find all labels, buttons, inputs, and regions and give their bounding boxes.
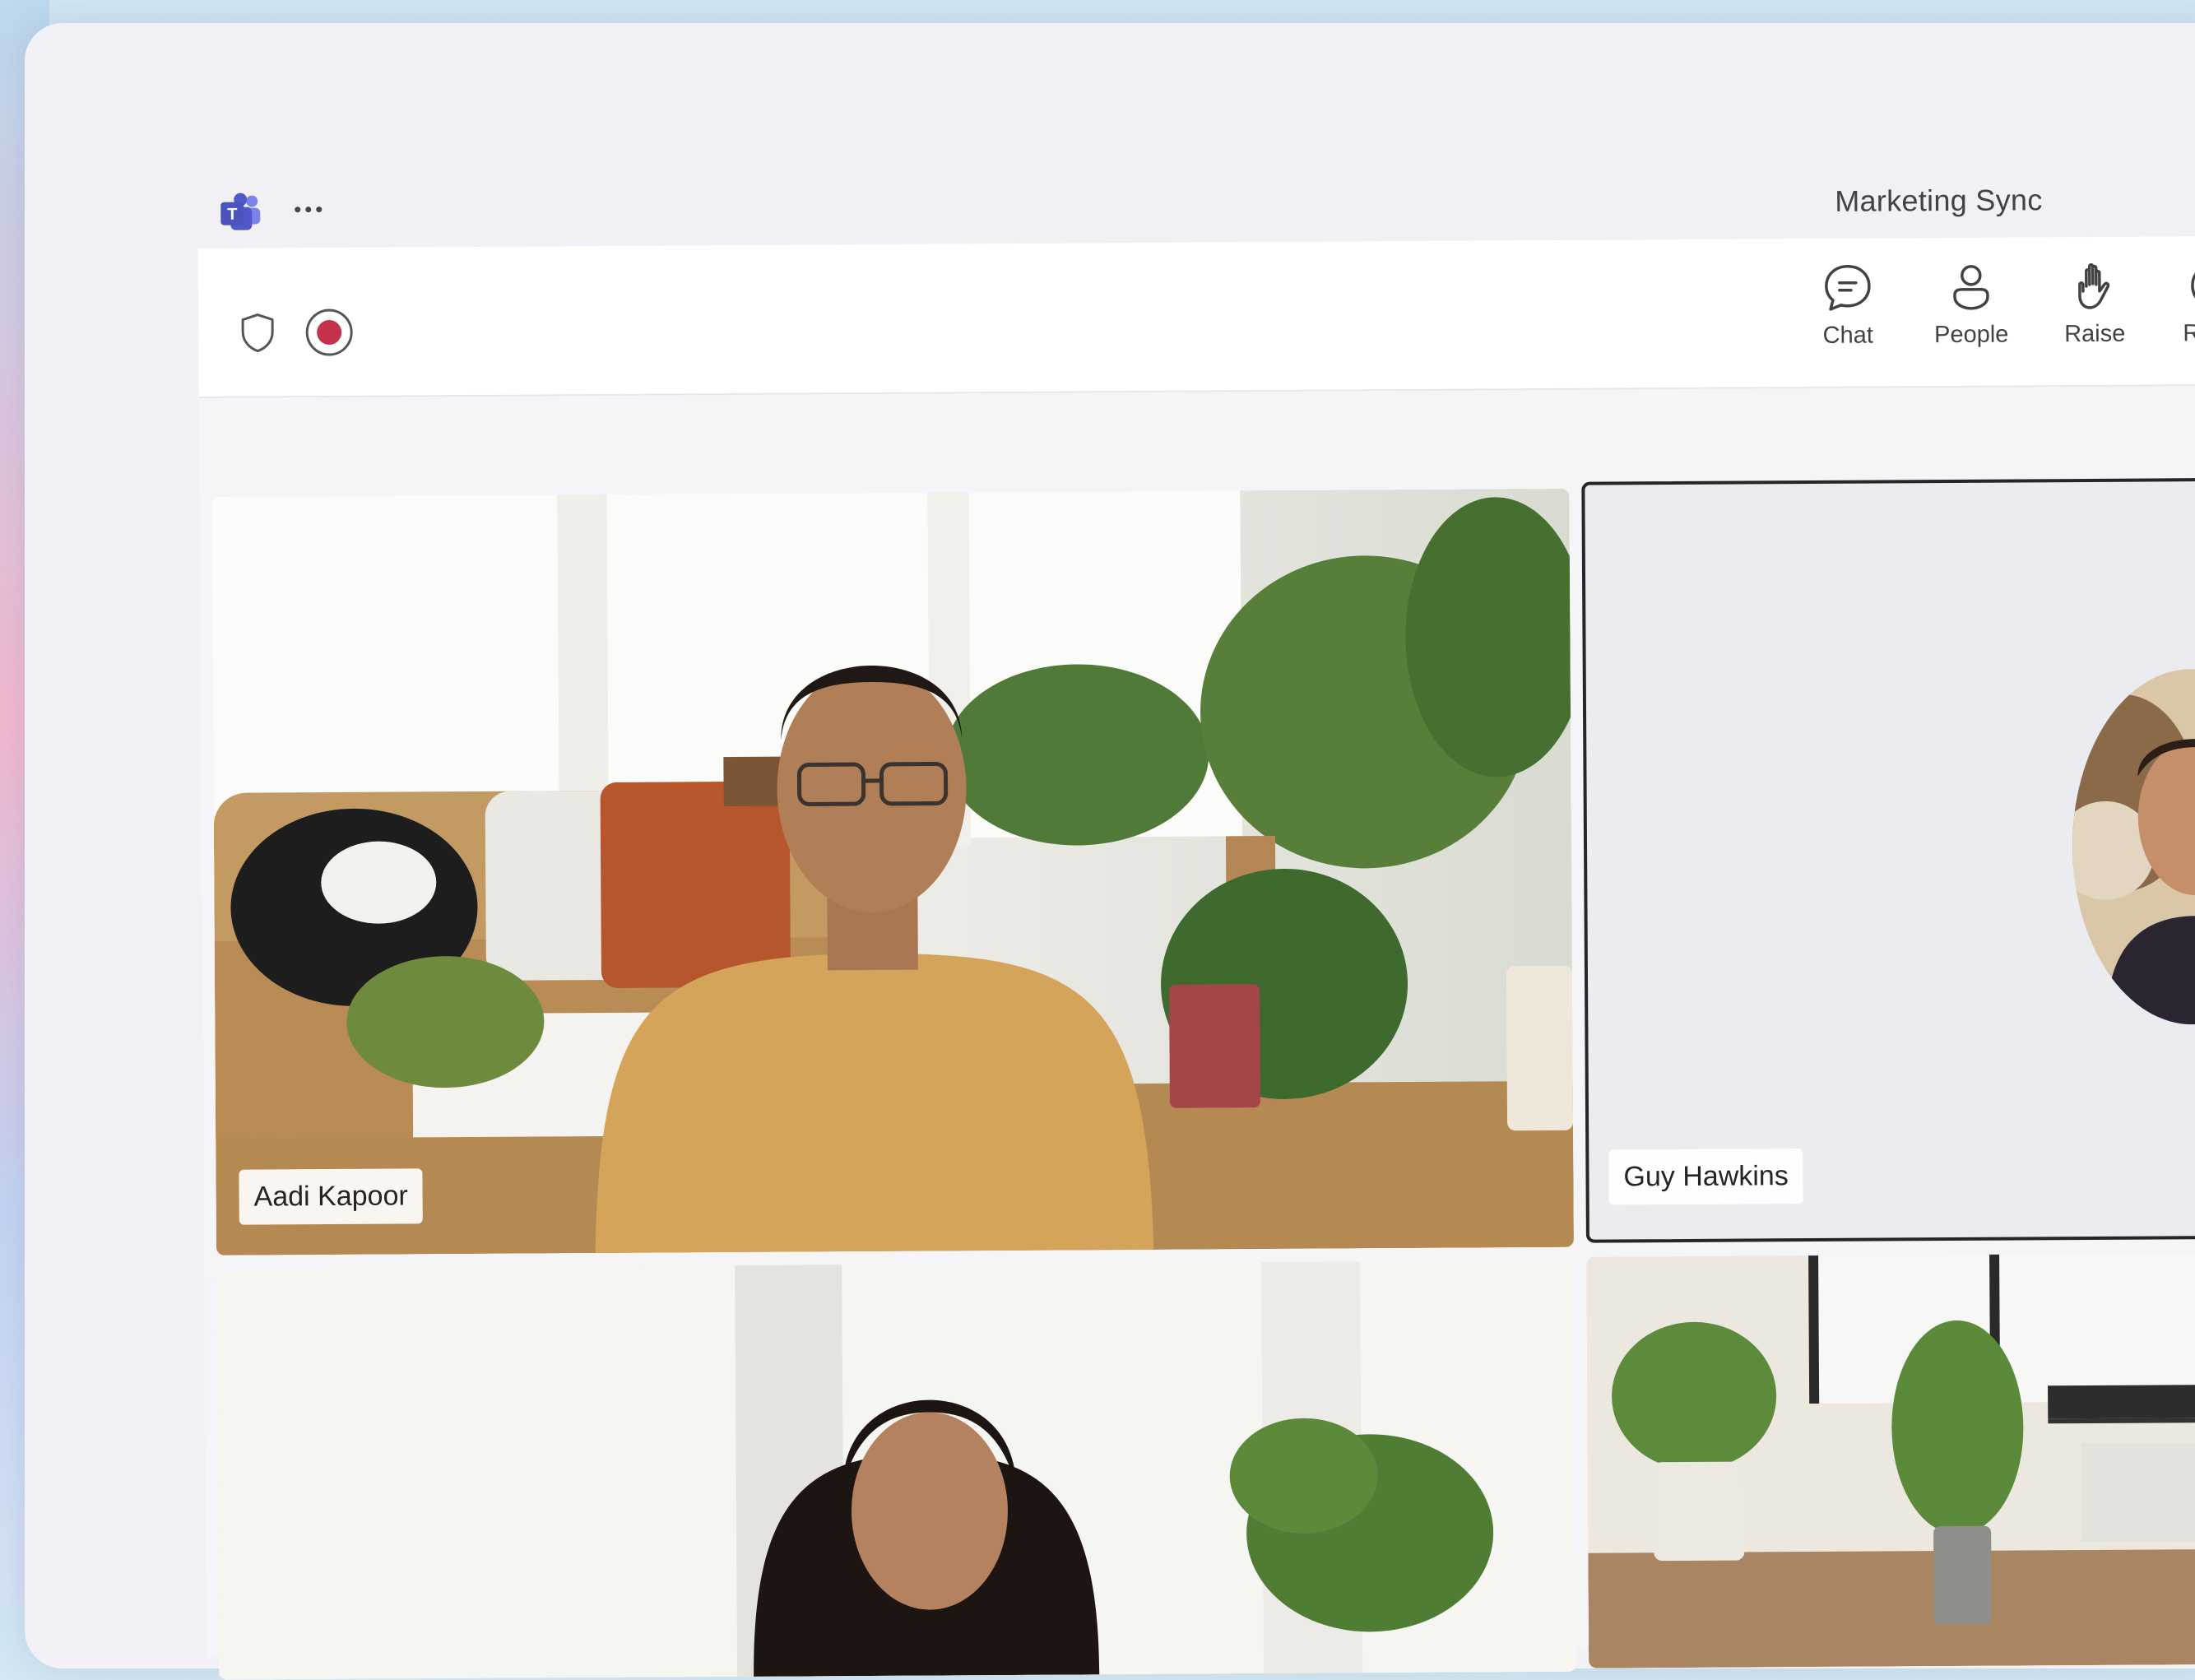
video-feed (1586, 1253, 2195, 1668)
video-tile-3[interactable] (216, 1260, 1576, 1680)
meeting-toolbar: Chat People Raise React (198, 236, 2195, 398)
title-bar: T Marketing Sync (197, 160, 2195, 250)
video-tile-guy[interactable]: Guy Hawkins (1581, 478, 2195, 1243)
teams-meeting-window: T Marketing Sync Chat (197, 160, 2195, 1654)
shield-icon[interactable] (239, 312, 276, 353)
chat-icon (1821, 262, 1874, 314)
video-stage: Aadi Kapoor Guy Hawkins (199, 386, 2195, 1657)
video-feed (216, 1260, 1576, 1680)
participant-name-aadi: Aadi Kapoor (239, 1168, 423, 1224)
video-tile-aadi[interactable]: Aadi Kapoor (211, 489, 1574, 1255)
people-button[interactable]: People (1918, 260, 2026, 349)
video-tile-4[interactable] (1586, 1253, 2195, 1668)
video-feed (211, 489, 1574, 1255)
people-label: People (1918, 321, 2025, 349)
chat-button[interactable]: Chat (1794, 261, 1902, 350)
raise-label: Raise (2041, 321, 2148, 349)
raise-hand-icon (2068, 260, 2121, 313)
react-label: React (2160, 320, 2195, 348)
people-icon (1945, 261, 1998, 313)
more-dots-icon[interactable] (288, 195, 327, 223)
teams-icon[interactable]: T (219, 193, 262, 232)
record-icon[interactable] (304, 307, 355, 358)
react-button[interactable]: React (2160, 259, 2195, 348)
avatar-guy (2072, 668, 2195, 1025)
react-icon (2188, 259, 2195, 312)
participant-name-guy: Guy Hawkins (1608, 1149, 1803, 1204)
svg-text:T: T (227, 206, 237, 224)
chat-label: Chat (1794, 322, 1901, 350)
raise-hand-button[interactable]: Raise (2041, 260, 2149, 349)
meeting-title: Marketing Sync (1835, 183, 2043, 219)
